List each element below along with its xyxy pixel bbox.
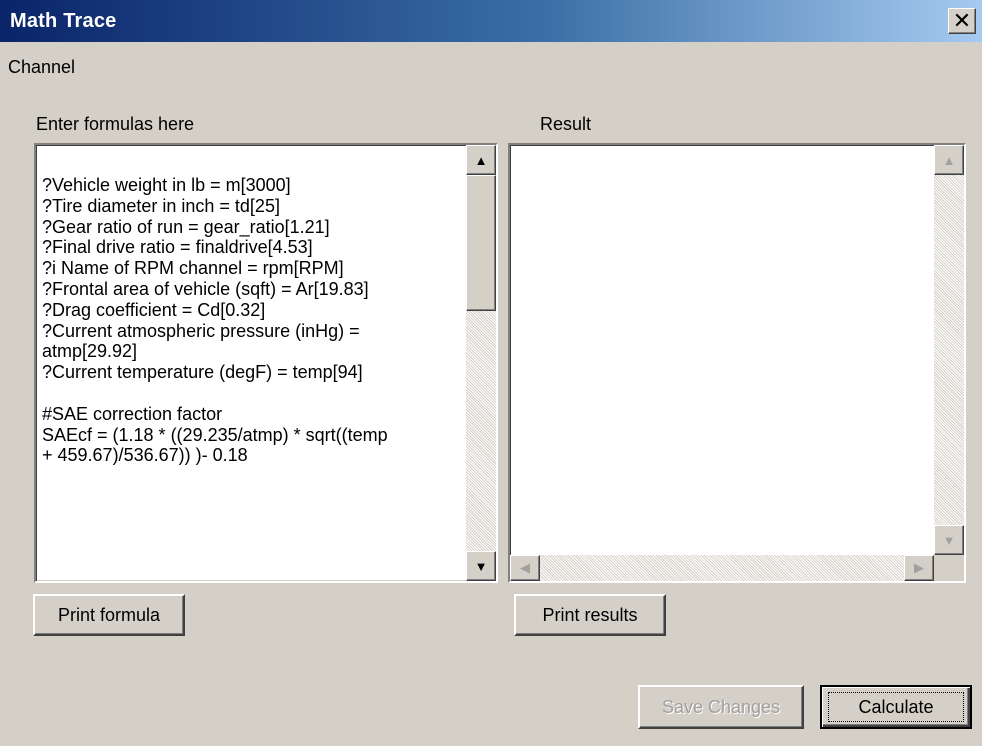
result-horizontal-scrollbar[interactable]: ◀ ▶ (510, 555, 934, 581)
formula-label: Enter formulas here (36, 114, 195, 134)
result-scroll-right-button[interactable]: ▶ (904, 555, 934, 581)
close-button[interactable]: ✕ (948, 8, 976, 34)
print-formula-label: Print formula (57, 604, 161, 625)
calculate-label: Calculate (858, 696, 934, 717)
save-changes-button[interactable]: Save Changes (638, 685, 804, 729)
menu-channel[interactable]: Channel (8, 57, 75, 78)
formula-text[interactable]: ?Vehicle weight in lb = m[3000] ?Tire di… (42, 175, 456, 466)
arrow-down-icon: ▼ (942, 532, 956, 548)
arrow-up-icon: ▲ (942, 152, 956, 168)
formula-textarea[interactable]: ?Vehicle weight in lb = m[3000] ?Tire di… (34, 143, 498, 583)
result-label: Result (540, 114, 592, 134)
formula-vertical-scrollbar[interactable]: ▲ ▼ (466, 145, 496, 581)
save-changes-label: Save Changes (661, 696, 781, 717)
close-icon: ✕ (952, 8, 972, 33)
result-scroll-down-button[interactable]: ▼ (934, 525, 964, 555)
arrow-down-icon: ▼ (474, 558, 488, 574)
result-vertical-scrollbar[interactable]: ▲ ▼ (934, 145, 964, 555)
print-results-label: Print results (542, 604, 638, 625)
window-title: Math Trace (10, 10, 117, 32)
print-formula-button[interactable]: Print formula (33, 594, 185, 636)
scroll-down-button[interactable]: ▼ (466, 551, 496, 581)
scroll-thumb[interactable] (466, 175, 496, 311)
print-results-button[interactable]: Print results (514, 594, 666, 636)
calculate-button[interactable]: Calculate (820, 685, 972, 729)
menu-bar: Channel (0, 44, 982, 77)
title-bar[interactable]: Math Trace ✕ (0, 0, 982, 42)
arrow-left-icon: ◀ (520, 560, 530, 575)
result-scroll-up-button[interactable]: ▲ (934, 145, 964, 175)
result-scroll-left-button[interactable]: ◀ (510, 555, 540, 581)
scroll-up-button[interactable]: ▲ (466, 145, 496, 175)
arrow-up-icon: ▲ (474, 152, 488, 168)
result-textarea[interactable]: ▲ ▼ ◀ ▶ (508, 143, 966, 583)
arrow-right-icon: ▶ (914, 560, 924, 575)
scrollbar-corner (934, 555, 964, 581)
